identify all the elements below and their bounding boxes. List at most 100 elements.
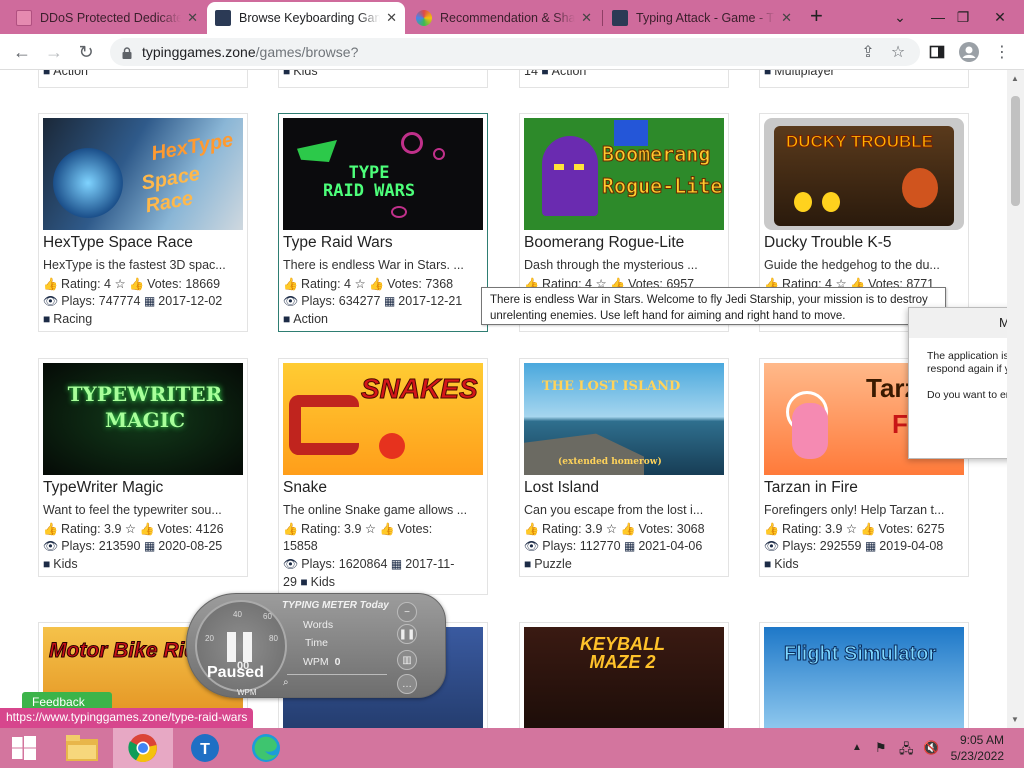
game-title[interactable]: Lost Island [524,479,599,497]
game-card-typewriter-magic[interactable]: TYPEWRITER MAGIC TypeWriter Magic Want to… [38,358,248,577]
tab-browse-keyboarding-games[interactable]: Browse Keyboarding Games ✕ [207,2,405,34]
pause-meter-icon[interactable]: ❚❚ [397,624,417,644]
game-card-hextype[interactable]: HexType Space Race HexType Space Race He… [38,113,248,332]
votes-value: Votes: 7368 [387,277,454,291]
gauge-tick: 20 [205,634,214,643]
tab-typing-attack[interactable]: Typing Attack - Game - T ✕ [604,2,800,34]
address-bar[interactable]: typinggames.zone/games/browse? [110,38,920,66]
stats-chart-icon[interactable]: ▥ [397,650,417,670]
game-thumbnail[interactable]: Flight Simulator [764,627,964,728]
thumbs-up-icon: 👍 [620,522,636,536]
category-label: Action [53,70,88,78]
minimize-meter-icon[interactable]: − [397,602,417,622]
close-icon[interactable]: ✕ [187,10,198,26]
network-icon[interactable]: 🖧 [899,740,914,762]
more-options-icon[interactable]: … [397,674,417,694]
menu-kebab-icon[interactable]: ⋮ [990,40,1014,64]
eye-icon: 👁 [283,557,299,571]
meter-divider [287,674,387,675]
thumbnail-logo-text: Flight Simulator [783,643,937,666]
profile-avatar-icon[interactable] [957,40,981,64]
thumbs-up-icon: 👍 [129,277,145,291]
card-stub[interactable]: 14 ■ Action [519,70,729,88]
votes-value: Votes: [397,522,433,536]
plays-value: Plays: 112770 [542,539,621,553]
bookmark-star-icon[interactable]: ☆ [886,40,910,64]
card-stub[interactable]: ■ Action [38,70,248,88]
plays-line: 👁 Plays: 1620864 ▦ 2017-11- [283,557,454,571]
reload-icon[interactable]: ↻ [74,40,98,64]
card-stub[interactable]: ■ Multiplayer [759,70,969,88]
thumbs-up-icon: 👍 [43,277,58,291]
game-card-type-raid-wars[interactable]: TYPE RAID WARS Type Raid Wars There is en… [278,113,488,332]
close-icon[interactable]: ✕ [581,10,592,26]
plays-value: Plays: 292559 [782,539,862,553]
back-arrow-icon[interactable]: ← [10,40,34,64]
game-card-snake[interactable]: SNAKES Snake The online Snake game allow… [278,358,488,595]
game-thumbnail[interactable]: HexType Space Race [43,118,243,230]
game-title[interactable]: Type Raid Wars [283,234,393,252]
category-line: ■ Kids [764,557,799,571]
share-icon[interactable]: ⇪ [856,40,880,64]
eye-icon: 👁 [43,294,59,308]
game-title[interactable]: Ducky Trouble K-5 [764,234,892,252]
game-title[interactable]: HexType Space Race [43,234,193,252]
side-panel-icon[interactable] [925,40,949,64]
restore-button[interactable]: ❐ [943,0,983,34]
votes-value: Votes: 6275 [878,522,945,536]
rating-value: Rating: 3.9 [60,522,122,536]
tab-search-icon[interactable]: ⌄ [880,0,920,34]
volume-muted-icon[interactable]: 🔇 [923,740,939,756]
close-icon[interactable]: ✕ [386,10,397,26]
votes-continued: 15858 [283,539,318,553]
folder-icon: ■ [283,70,291,78]
edge-icon[interactable] [236,728,296,768]
time-row: Time [305,637,328,649]
start-windows-icon[interactable] [0,728,48,768]
thumbnail-logo-text: TYPEWRITER MAGIC [67,382,223,432]
game-thumbnail[interactable]: TYPEWRITER MAGIC [43,363,243,475]
scrollbar-thumb[interactable] [1011,96,1020,206]
game-title[interactable]: Snake [283,479,327,497]
search-icon[interactable]: ⌕ [283,677,289,688]
url-host: typinggames.zone [142,44,256,60]
game-thumbnail[interactable]: KEYBALL MAZE 2 [524,627,724,728]
file-explorer-icon[interactable] [52,728,112,768]
game-description: HexType is the fastest 3D spac... [43,258,226,272]
game-card-lost-island[interactable]: THE LOST ISLAND (extended homerow) Lost … [519,358,729,577]
thumbs-up-icon: 👍 [283,522,298,536]
card-stub[interactable]: ■ Kids [278,70,488,88]
tab-ddos[interactable]: DDoS Protected Dedicated ✕ [8,2,206,34]
game-thumbnail[interactable]: DUCKY TROUBLE [764,118,964,230]
category-value: Action [293,312,328,326]
game-card-keyball-maze-2[interactable]: KEYBALL MAZE 2 [519,622,729,728]
system-clock[interactable]: 9:05 AM 5/23/2022 [951,732,1004,764]
game-card-flight-simulator[interactable]: Flight Simulator [759,622,969,728]
game-thumbnail[interactable]: TYPE RAID WARS [283,118,483,230]
game-thumbnail[interactable]: Boomerang Rogue-Lite [524,118,724,230]
svg-text:T: T [200,741,210,758]
game-title[interactable]: Boomerang Rogue-Lite [524,234,684,252]
plays-value: Plays: 213590 [61,539,141,553]
forward-arrow-icon[interactable]: → [42,40,66,64]
page-scrollbar[interactable]: ▲ ▼ [1007,70,1024,728]
close-window-button[interactable]: ✕ [980,0,1020,34]
game-thumbnail[interactable]: THE LOST ISLAND (extended homerow) [524,363,724,475]
calendar-icon: ▦ [390,557,403,571]
thumbnail-eye [554,164,564,170]
typing-meter-widget[interactable]: 20 40 60 80 00 Paused WPM TYPING METER T… [186,593,446,698]
close-icon[interactable]: ✕ [781,10,792,26]
game-thumbnail[interactable]: SNAKES [283,363,483,475]
tab-recommendation[interactable]: Recommendation & Sha ✕ [408,2,600,34]
new-tab-button[interactable]: + [810,5,823,27]
action-center-flag-icon[interactable]: ⚑ [875,740,887,756]
tab-title: DDoS Protected Dedicated [40,11,182,25]
game-title[interactable]: Tarzan in Fire [764,479,858,497]
typing-app-icon[interactable]: T [175,728,235,768]
scroll-up-arrow-icon[interactable]: ▲ [1011,74,1019,83]
chrome-icon[interactable] [113,728,173,768]
calendar-icon: ▦ [624,539,636,553]
tray-overflow-arrow-icon[interactable]: ▲ [852,742,862,753]
scroll-down-arrow-icon[interactable]: ▼ [1011,715,1019,724]
game-title[interactable]: TypeWriter Magic [43,479,163,497]
